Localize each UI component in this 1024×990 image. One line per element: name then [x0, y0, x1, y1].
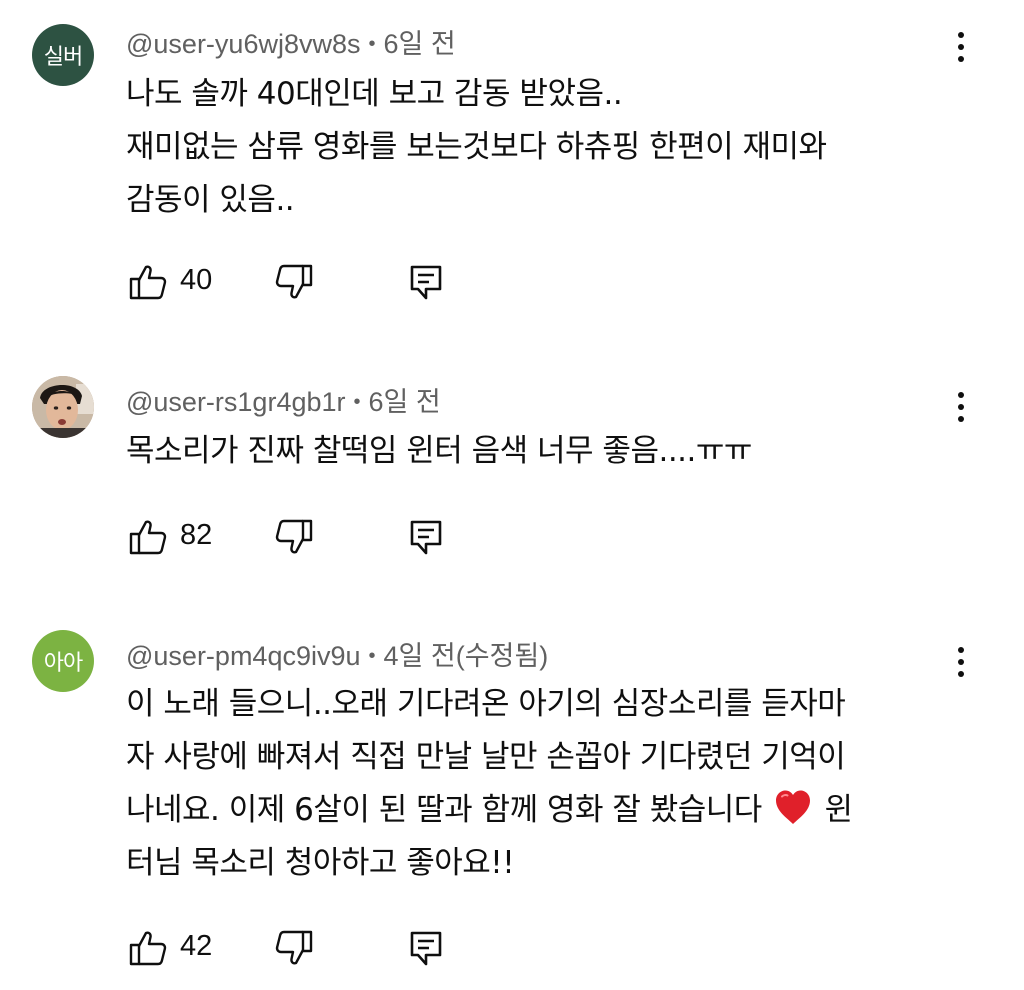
comment-line: 목소리가 진짜 찰떡임 윈터 음색 너무 좋음....ㅠㅠ [126, 433, 752, 469]
avatar[interactable] [32, 376, 94, 438]
comment-time[interactable]: 6일 전 [384, 29, 456, 59]
thumb-up-icon [129, 520, 167, 555]
separator-dot: • [353, 391, 361, 413]
more-vert-icon [958, 647, 964, 653]
comment-line: 터님 목소리 청아하고 좋아요!! [126, 845, 515, 881]
separator-dot: • [368, 33, 376, 55]
comment-line: 이 노래 들으니..오래 기다려온 아기의 심장소리를 듣자마 [126, 686, 846, 722]
thumb-down-icon [275, 264, 313, 299]
comment-actions: 40 [126, 262, 466, 302]
comment-line: 감동이 있음.. [126, 182, 295, 218]
comment-actions: 82 [126, 517, 466, 557]
more-options-button[interactable] [946, 642, 976, 682]
comment-line: 자 사랑에 빠져서 직접 만날 날만 손꼽아 기다렸던 기억이 [126, 739, 846, 775]
comment-time[interactable]: 6일 전 [369, 387, 441, 417]
thumb-up-icon [129, 931, 167, 966]
like-button[interactable] [128, 517, 168, 557]
comment-text: 이 노래 들으니..오래 기다려온 아기의 심장소리를 듣자마 자 사랑에 빠져… [126, 678, 956, 890]
like-count: 82 [180, 519, 213, 551]
thumb-down-icon [275, 519, 313, 554]
dislike-button[interactable] [274, 928, 314, 968]
reply-icon [410, 265, 442, 300]
like-button[interactable] [128, 928, 168, 968]
comment-text: 나도 솔까 40대인데 보고 감동 받았음.. 재미없는 삼류 영화를 보는것보… [126, 68, 956, 227]
avatar-initials: 실버 [43, 45, 83, 70]
dislike-button[interactable] [274, 517, 314, 557]
reply-button[interactable] [406, 517, 446, 557]
comment-line-text: 나네요. 이제 6살이 된 딸과 함께 영화 잘 봤습니다 [126, 792, 762, 828]
like-count: 42 [180, 930, 213, 962]
profile-photo [32, 376, 94, 438]
comment-author[interactable]: @user-yu6wj8vw8s [126, 29, 360, 59]
avatar[interactable]: 아아 [32, 630, 94, 692]
comment-line-text: 윈 [824, 792, 854, 828]
comment-actions: 42 [126, 928, 466, 968]
red-heart-emoji [776, 790, 811, 824]
comment-line: 나도 솔까 40대인데 보고 감동 받았음.. [126, 76, 623, 112]
more-vert-icon [958, 392, 964, 398]
comment-meta: @user-yu6wj8vw8s • 6일 전 [126, 22, 456, 61]
thumb-up-icon [129, 265, 167, 300]
separator-dot: • [368, 645, 376, 667]
avatar-initials: 아아 [43, 651, 83, 676]
more-options-button[interactable] [946, 27, 976, 67]
comment-meta: @user-rs1gr4gb1r • 6일 전 [126, 380, 441, 419]
reply-button[interactable] [406, 262, 446, 302]
dislike-button[interactable] [274, 262, 314, 302]
reply-icon [410, 520, 442, 555]
comment-meta: @user-pm4qc9iv9u • 4일 전(수정됨) [126, 634, 548, 673]
comment-author[interactable]: @user-rs1gr4gb1r [126, 387, 346, 417]
avatar[interactable]: 실버 [32, 24, 94, 86]
more-options-button[interactable] [946, 387, 976, 427]
like-button[interactable] [128, 262, 168, 302]
reply-button[interactable] [406, 928, 446, 968]
comment-time[interactable]: 4일 전(수정됨) [384, 641, 549, 671]
comment-line: 재미없는 삼류 영화를 보는것보다 하츄핑 한편이 재미와 [126, 129, 827, 165]
like-count: 40 [180, 264, 213, 296]
comment-author[interactable]: @user-pm4qc9iv9u [126, 641, 361, 671]
thumb-down-icon [275, 930, 313, 965]
more-vert-icon [958, 32, 964, 38]
comment-text: 목소리가 진짜 찰떡임 윈터 음색 너무 좋음....ㅠㅠ [126, 425, 956, 478]
comment-line: 나네요. 이제 6살이 된 딸과 함께 영화 잘 봤습니다 윈 [126, 784, 956, 837]
reply-icon [410, 931, 442, 966]
